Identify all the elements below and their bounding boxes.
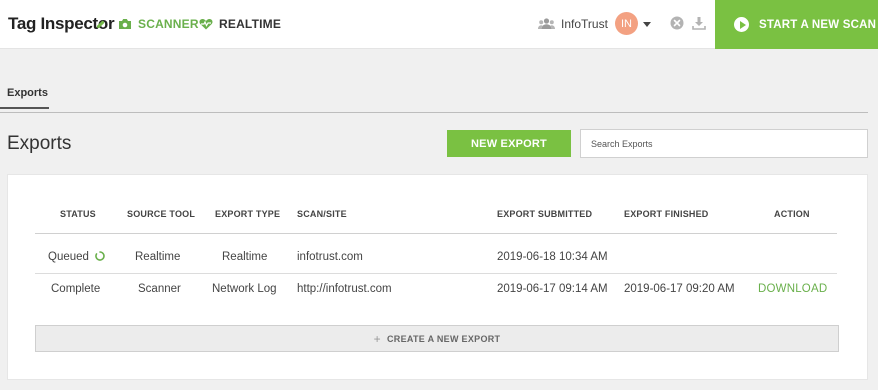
cell-source-tool: Scanner <box>138 283 181 295</box>
column-header-export-type: EXPORT TYPE <box>215 209 281 219</box>
avatar[interactable]: IN <box>615 12 638 35</box>
logo-text-start: Tag Inspect <box>8 14 98 33</box>
table-header-divider <box>35 233 837 234</box>
spinner-icon <box>95 251 105 261</box>
tab-exports[interactable]: Exports <box>7 87 48 99</box>
nav-scanner-label: SCANNER <box>138 17 199 31</box>
cell-export-type: Network Log <box>212 283 277 295</box>
table-row-divider <box>35 273 837 274</box>
nav-realtime-label: REALTIME <box>219 17 282 31</box>
cell-site: http://infotrust.com <box>297 283 392 295</box>
logo[interactable]: Tag Inspector <box>8 14 115 34</box>
column-header-status: STATUS <box>60 209 96 219</box>
tab-active-indicator <box>0 107 49 109</box>
cell-submitted: 2019-06-18 10:34 AM <box>497 251 608 263</box>
top-bar: Tag Inspector SCANNER REALTIME InfoTrust… <box>0 0 878 49</box>
users-icon <box>538 18 555 29</box>
tab-divider <box>0 112 868 113</box>
nav-realtime[interactable]: REALTIME <box>199 16 281 32</box>
camera-icon <box>119 19 131 29</box>
column-header-export-finished: EXPORT FINISHED <box>624 209 709 219</box>
cell-site: infotrust.com <box>297 251 363 263</box>
cell-submitted: 2019-06-17 09:14 AM <box>497 283 608 295</box>
start-new-scan-label: START A NEW SCAN <box>759 18 877 31</box>
cell-source-tool: Realtime <box>135 251 181 263</box>
page-title: Exports <box>7 133 72 154</box>
create-new-export-button[interactable]: + CREATE A NEW EXPORT <box>35 325 839 352</box>
nav-scanner[interactable]: SCANNER <box>118 16 199 32</box>
cell-status: Queued <box>48 251 89 263</box>
column-header-scan-site: SCAN/SITE <box>297 209 347 219</box>
account-menu[interactable]: InfoTrust <box>538 13 608 35</box>
avatar-initials: IN <box>621 17 632 30</box>
column-header-export-submitted: EXPORT SUBMITTED <box>497 209 593 219</box>
download-icon[interactable] <box>692 16 706 30</box>
heart-pulse-icon <box>199 18 213 30</box>
chevron-down-icon[interactable] <box>643 22 651 27</box>
logo-text-end: r <box>108 14 115 33</box>
cell-export-type: Realtime <box>222 251 268 263</box>
plus-icon: + <box>373 331 381 346</box>
play-icon <box>734 17 749 32</box>
logo-magnifier-o: o <box>96 14 108 34</box>
search-exports-input[interactable] <box>580 129 868 158</box>
start-new-scan-button[interactable]: START A NEW SCAN <box>715 0 878 49</box>
close-circle-icon[interactable] <box>670 16 684 30</box>
account-name: InfoTrust <box>561 17 608 31</box>
new-export-button[interactable]: NEW EXPORT <box>447 130 571 157</box>
column-header-source-tool: SOURCE TOOL <box>127 209 196 219</box>
download-link[interactable]: DOWNLOAD <box>758 283 827 295</box>
create-new-export-label: CREATE A NEW EXPORT <box>386 333 501 344</box>
column-header-action: ACTION <box>774 209 810 219</box>
cell-status: Complete <box>51 283 101 295</box>
cell-finished: 2019-06-17 09:20 AM <box>624 283 735 295</box>
